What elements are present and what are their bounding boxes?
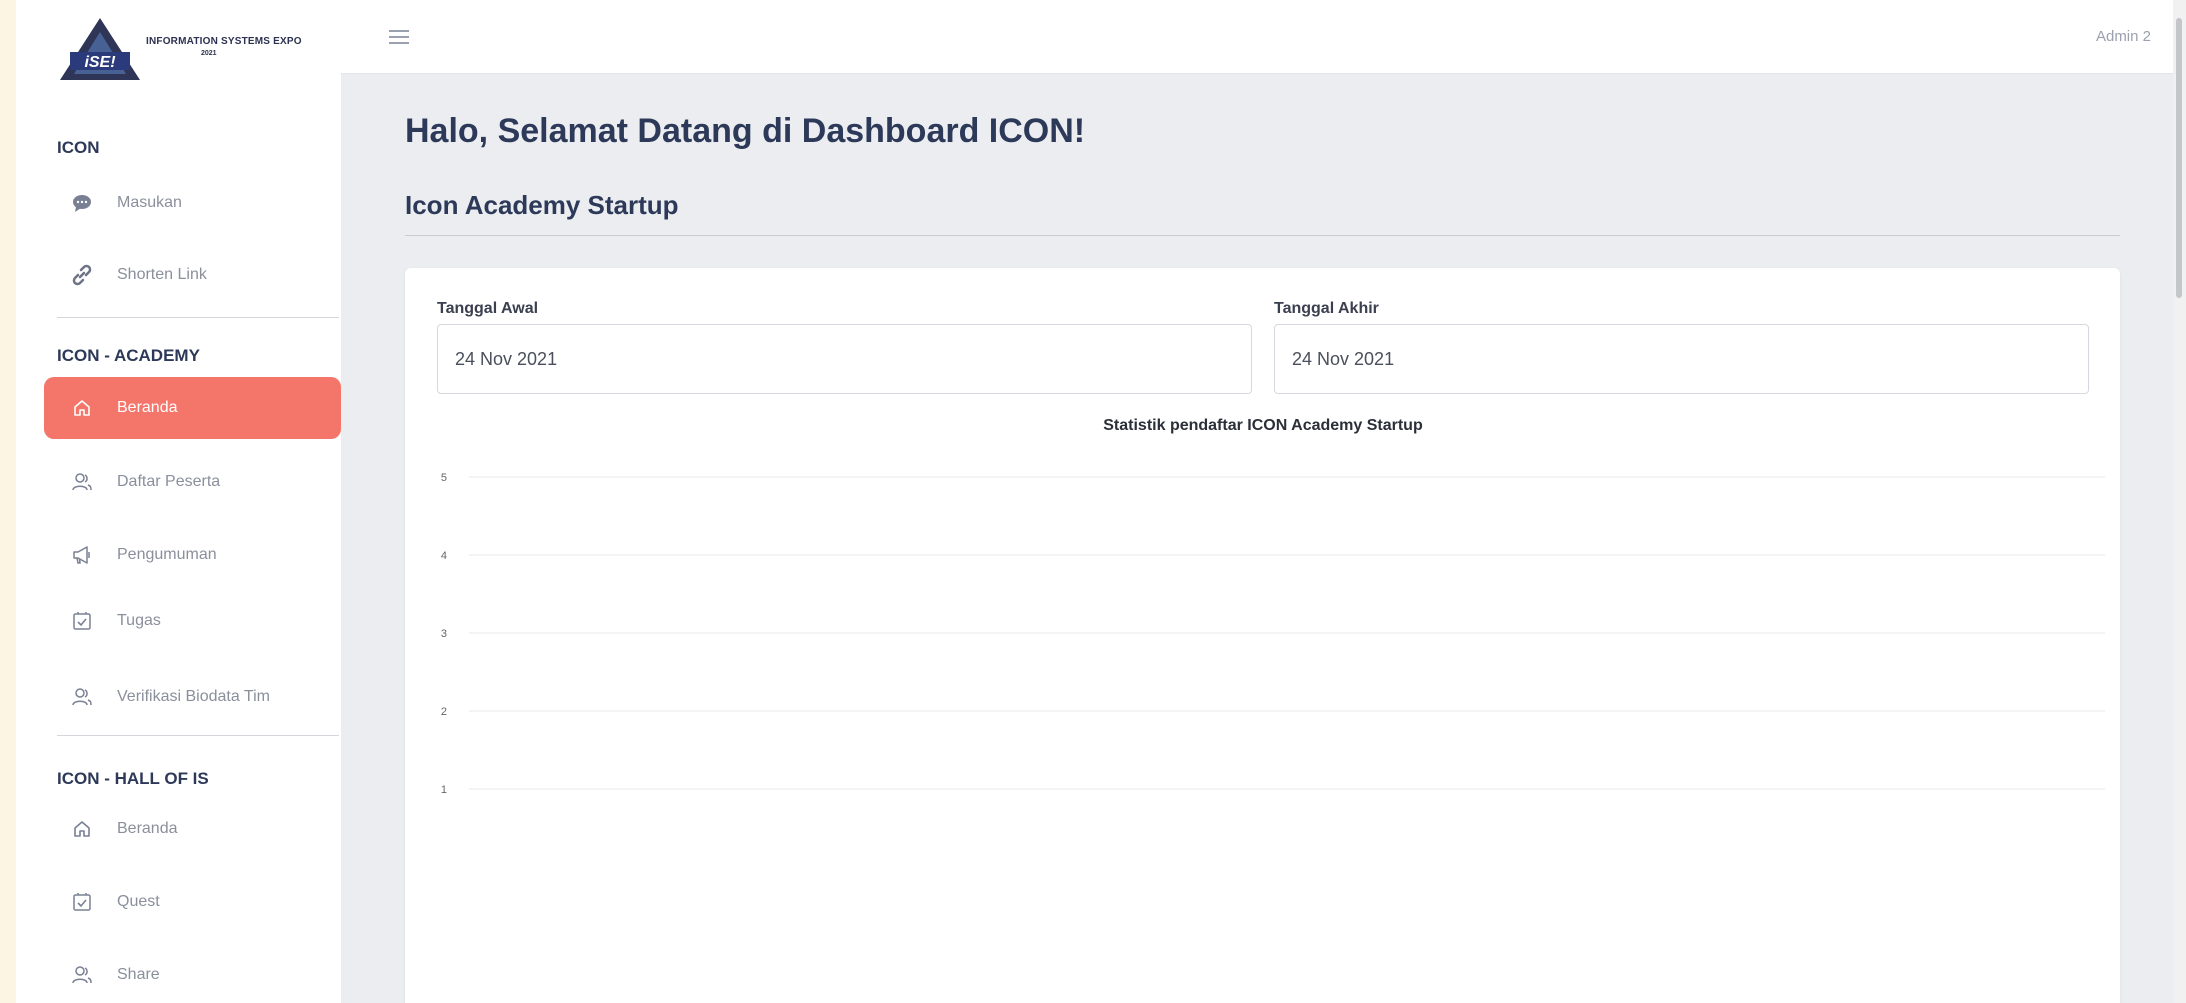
registrants-chart: Statistik pendaftar ICON Academy Startup… (441, 417, 2105, 796)
scrollbar-thumb[interactable] (2176, 18, 2182, 298)
users-icon (69, 684, 95, 710)
top-bar: Admin 2 (341, 0, 2173, 74)
home-icon (69, 395, 95, 421)
chat-icon (69, 190, 95, 216)
y-tick-label: 3 (441, 628, 447, 640)
sidebar-item-quest[interactable]: Quest (44, 871, 341, 933)
start-date-label: Tanggal Awal (437, 300, 539, 317)
section-title-academy: ICON - ACADEMY (57, 346, 200, 365)
sidebar-item-label: Beranda (117, 399, 178, 416)
megaphone-icon (69, 542, 95, 568)
sidebar-item-label: Shorten Link (117, 266, 207, 283)
sidebar-item-label: Daftar Peserta (117, 473, 221, 490)
section-title-hall-of-is: ICON - HALL OF IS (57, 769, 209, 788)
statistics-card: Tanggal Awal Tanggal Akhir Statistik pen… (405, 268, 2120, 1003)
sidebar-item-masukan[interactable]: Masukan (44, 172, 341, 234)
sidebar-divider (57, 735, 339, 736)
main-content: Halo, Selamat Datang di Dashboard ICON! … (341, 74, 2173, 1003)
y-tick-label: 4 (441, 550, 447, 562)
sidebar-item-academy-beranda[interactable]: Beranda (44, 377, 341, 439)
y-tick-label: 1 (441, 784, 447, 796)
sidebar-item-tugas[interactable]: Tugas (44, 590, 341, 652)
end-date-label: Tanggal Akhir (1274, 300, 1379, 317)
page-title: Halo, Selamat Datang di Dashboard ICON! (405, 112, 1086, 150)
svg-text:iSE!: iSE! (84, 54, 116, 71)
ise-logo-icon: iSE! (60, 18, 140, 80)
section-title-icon: ICON (57, 138, 100, 157)
section-heading: Icon Academy Startup (405, 190, 679, 220)
y-tick-label: 5 (441, 472, 447, 484)
sidebar-item-label: Pengumuman (117, 546, 217, 563)
checklist-icon (69, 889, 95, 915)
sidebar-item-label: Tugas (117, 612, 161, 629)
menu-toggle-icon[interactable] (389, 30, 409, 44)
sidebar-item-shorten-link[interactable]: Shorten Link (44, 244, 341, 306)
sidebar-item-daftar-peserta[interactable]: Daftar Peserta (44, 451, 341, 513)
logo-title: INFORMATION SYSTEMS EXPO (146, 36, 302, 47)
home-icon (69, 816, 95, 842)
chart-title: Statistik pendaftar ICON Academy Startup (1103, 417, 1423, 434)
checklist-icon (69, 608, 95, 634)
sidebar-item-label: Share (117, 966, 160, 983)
sidebar-item-label: Masukan (117, 194, 182, 211)
heading-divider (405, 235, 2120, 236)
sidebar-item-label: Verifikasi Biodata Tim (117, 688, 270, 705)
sidebar-item-share[interactable]: Share (44, 944, 341, 1003)
end-date-input[interactable] (1274, 324, 2089, 394)
sidebar-item-pengumuman[interactable]: Pengumuman (44, 524, 341, 586)
user-menu[interactable]: Admin 2 (2096, 28, 2151, 45)
logo[interactable]: iSE! INFORMATION SYSTEMS EXPO 2021 (56, 14, 336, 86)
sidebar-item-verifikasi-biodata-tim[interactable]: Verifikasi Biodata Tim (44, 666, 341, 728)
link-icon (69, 262, 95, 288)
y-tick-label: 2 (441, 706, 447, 718)
sidebar-item-label: Beranda (117, 820, 178, 837)
sidebar: iSE! INFORMATION SYSTEMS EXPO 2021 ICON … (16, 0, 341, 1003)
users-icon (69, 962, 95, 988)
sidebar-divider (57, 317, 339, 318)
logo-year: 2021 (201, 50, 217, 57)
sidebar-item-hall-beranda[interactable]: Beranda (44, 798, 341, 860)
sidebar-item-label: Quest (117, 893, 160, 910)
start-date-input[interactable] (437, 324, 1252, 394)
users-icon (69, 469, 95, 495)
